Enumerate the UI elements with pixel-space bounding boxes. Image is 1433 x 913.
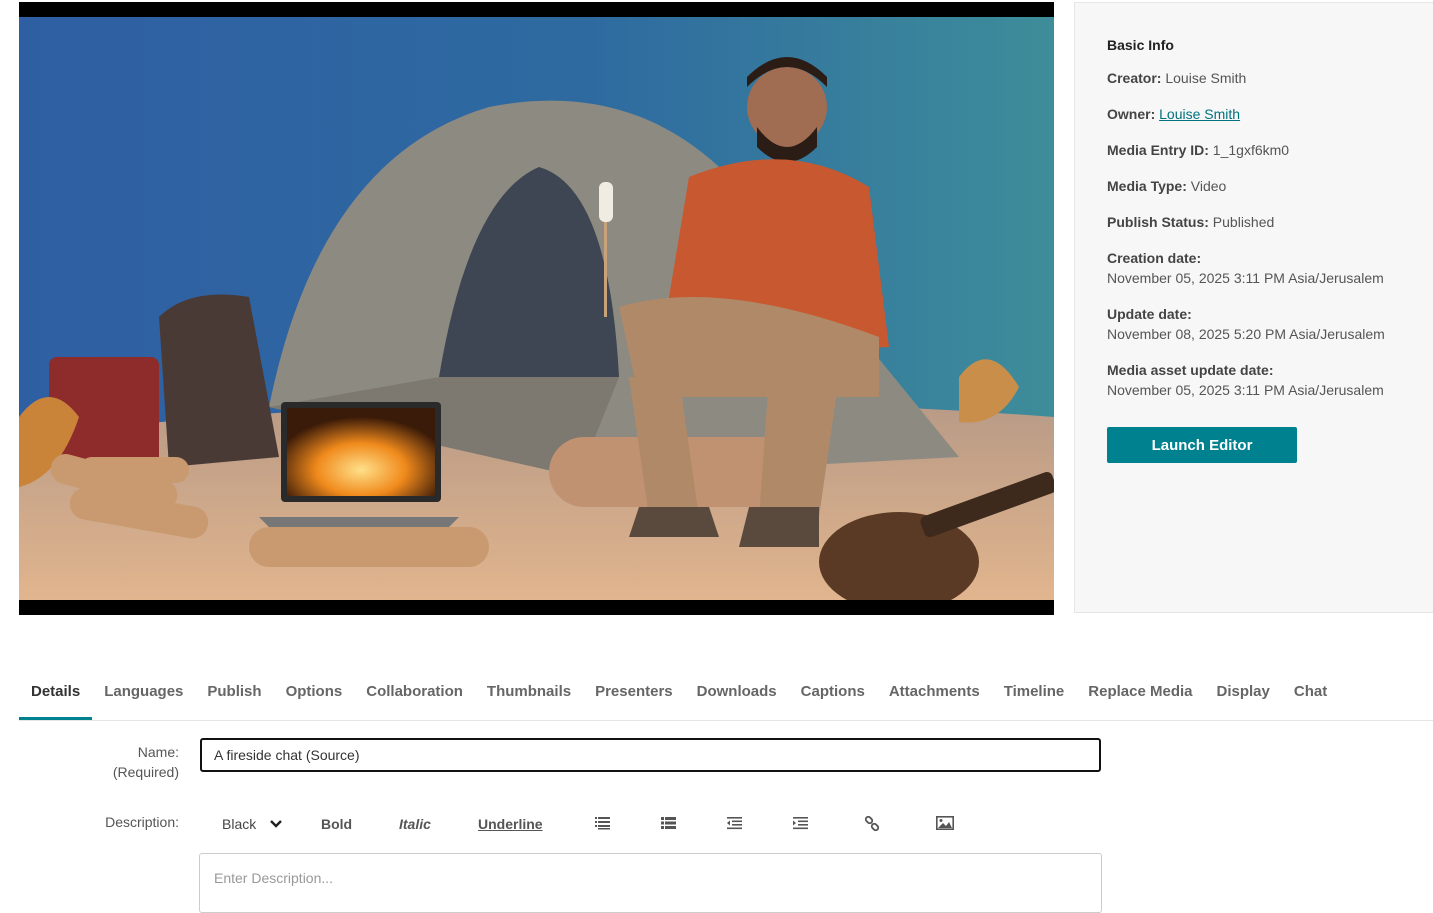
- name-input[interactable]: A fireside chat (Source): [200, 738, 1101, 772]
- chevron-down-icon: [270, 820, 282, 828]
- creator-value: Louise Smith: [1165, 70, 1247, 86]
- entry-id-row: Media Entry ID: 1_1gxf6km0: [1107, 142, 1427, 159]
- outdent-icon[interactable]: [727, 816, 742, 830]
- color-select-value: Black: [222, 816, 257, 832]
- name-required-label: (Required): [112, 764, 179, 780]
- publish-status-row: Publish Status: Published: [1107, 214, 1427, 231]
- creator-row: Creator: Louise Smith: [1107, 70, 1427, 87]
- owner-label: Owner:: [1107, 106, 1156, 122]
- entry-id-label: Media Entry ID:: [1107, 142, 1209, 158]
- launch-editor-button[interactable]: Launch Editor: [1107, 427, 1297, 463]
- update-date-value: November 08, 2025 5:20 PM Asia/Jerusalem: [1107, 326, 1385, 342]
- asset-update-value: November 05, 2025 3:11 PM Asia/Jerusalem: [1107, 382, 1384, 398]
- update-date-label: Update date:: [1107, 306, 1192, 322]
- description-toolbar: Black Bold Italic Underline: [200, 810, 1101, 838]
- video-frame: [19, 17, 1054, 600]
- tab-options[interactable]: Options: [274, 672, 355, 719]
- media-type-value: Video: [1190, 178, 1227, 194]
- video-player[interactable]: [19, 2, 1054, 615]
- tab-replace-media[interactable]: Replace Media: [1076, 672, 1204, 719]
- asset-update-row: Media asset update date: November 05, 20…: [1107, 362, 1427, 399]
- name-label-group: Name: (Required): [19, 742, 179, 782]
- media-type-row: Media Type: Video: [1107, 178, 1427, 195]
- tab-downloads[interactable]: Downloads: [685, 672, 789, 719]
- creation-date-value: November 05, 2025 3:11 PM Asia/Jerusalem: [1107, 270, 1384, 286]
- tab-thumbnails[interactable]: Thumbnails: [475, 672, 583, 719]
- entry-id-value: 1_1gxf6km0: [1212, 142, 1290, 158]
- ordered-list-icon[interactable]: [595, 816, 610, 830]
- description-textarea[interactable]: Enter Description...: [199, 853, 1102, 913]
- tab-timeline[interactable]: Timeline: [992, 672, 1077, 719]
- name-label: Name:: [137, 744, 179, 760]
- bold-button[interactable]: Bold: [321, 810, 352, 838]
- owner-row: Owner: Louise Smith: [1107, 106, 1427, 123]
- underline-button[interactable]: Underline: [478, 810, 543, 838]
- tab-chat[interactable]: Chat: [1282, 672, 1339, 719]
- italic-button[interactable]: Italic: [399, 810, 431, 838]
- image-icon[interactable]: [936, 816, 954, 830]
- indent-icon[interactable]: [793, 816, 808, 830]
- basic-info-title: Basic Info: [1107, 37, 1174, 53]
- publish-status-label: Publish Status:: [1107, 214, 1209, 230]
- basic-info-panel: Basic Info Creator: Louise Smith Owner: …: [1074, 2, 1433, 613]
- media-type-label: Media Type:: [1107, 178, 1187, 194]
- bullet-list-icon[interactable]: [661, 816, 676, 830]
- tab-captions[interactable]: Captions: [789, 672, 877, 719]
- creation-date-label: Creation date:: [1107, 250, 1202, 266]
- asset-update-label: Media asset update date:: [1107, 362, 1274, 378]
- tab-languages[interactable]: Languages: [92, 672, 195, 719]
- color-select[interactable]: Black: [222, 810, 282, 838]
- creation-date-row: Creation date: November 05, 2025 3:11 PM…: [1107, 250, 1427, 287]
- tab-collaboration[interactable]: Collaboration: [354, 672, 475, 719]
- description-label: Description:: [105, 814, 179, 830]
- link-icon[interactable]: [864, 816, 880, 832]
- tab-details[interactable]: Details: [19, 672, 93, 720]
- tab-publish[interactable]: Publish: [195, 672, 273, 719]
- owner-link[interactable]: Louise Smith: [1159, 106, 1240, 122]
- publish-status-value: Published: [1212, 214, 1275, 230]
- tab-display[interactable]: Display: [1205, 672, 1282, 719]
- tab-attachments[interactable]: Attachments: [877, 672, 992, 719]
- update-date-row: Update date: November 08, 2025 5:20 PM A…: [1107, 306, 1427, 343]
- tab-bar: Details Languages Publish Options Collab…: [19, 672, 1433, 721]
- creator-label: Creator:: [1107, 70, 1162, 86]
- tab-presenters[interactable]: Presenters: [583, 672, 685, 719]
